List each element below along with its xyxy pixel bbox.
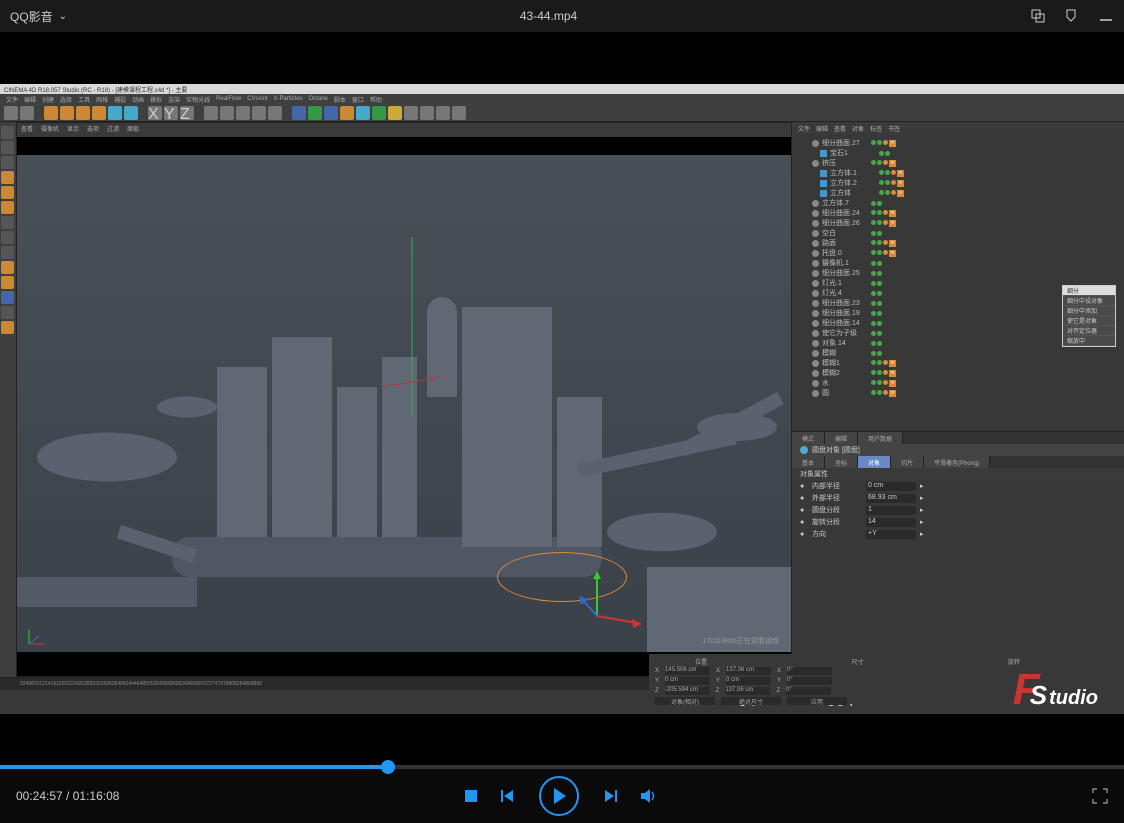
minimize-icon[interactable]: [1098, 8, 1114, 24]
object-row: 路面 ✕: [798, 238, 1118, 248]
object-row: 模糊1 ✕: [798, 358, 1118, 368]
progress-thumb[interactable]: [381, 760, 395, 774]
next-button[interactable]: [603, 789, 617, 803]
pin-icon[interactable]: [1064, 8, 1080, 24]
app-name: QQ影音: [10, 8, 53, 25]
app-menu[interactable]: QQ影音 ⌄: [10, 8, 67, 25]
object-manager: 文件编辑查看对象标签书签 细分曲面.27 ✕ 宝石1 挤压 ✕ 立方体.1 ✕ …: [792, 122, 1124, 432]
volume-button[interactable]: [641, 788, 659, 804]
object-row: 水 ✕: [798, 378, 1118, 388]
object-row: 细分曲面.24 ✕: [798, 208, 1118, 218]
object-row: 空白: [798, 228, 1118, 238]
popup-header: 细分: [1063, 286, 1115, 296]
c4d-viewport: 查看摄像机显示选项过滤面板: [16, 122, 792, 677]
titlebar: QQ影音 ⌄ 43-44.mp4: [0, 0, 1124, 32]
c4d-title-bar: CINEMA 4D R18.057 Studio (RC - R18) - [建…: [0, 84, 1124, 94]
stop-button[interactable]: [465, 790, 477, 802]
prev-button[interactable]: [501, 789, 515, 803]
object-row: 宝石1: [798, 148, 1118, 158]
c4d-app-frame: CINEMA 4D R18.057 Studio (RC - R18) - [建…: [0, 84, 1124, 714]
object-row: 立方体 ✕: [798, 188, 1118, 198]
time-display: 00:24:57 / 01:16:08: [16, 789, 119, 803]
object-row: 挤压 ✕: [798, 158, 1118, 168]
viewport-header: 查看摄像机显示选项过滤面板: [17, 123, 791, 137]
c4d-right-panel: 文件编辑查看对象标签书签 细分曲面.27 ✕ 宝石1 挤压 ✕ 立方体.1 ✕ …: [792, 122, 1124, 677]
c4d-toolbar: XYZ: [0, 104, 1124, 122]
move-gizmo-icon: [577, 571, 617, 621]
object-row: 摄像机.1: [798, 258, 1118, 268]
axis-indicator-icon: [25, 624, 49, 648]
object-row: 立方体.2 ✕: [798, 178, 1118, 188]
attribute-manager: 模式编辑用户数据 圆盘对象 [圆盘] 基本坐标对象切片平滑着色(Phong) 对…: [792, 432, 1124, 677]
c4d-left-toolbar: [0, 122, 16, 677]
compact-mode-icon[interactable]: [1030, 8, 1046, 24]
chevron-down-icon: ⌄: [59, 11, 67, 22]
progress-bar[interactable]: [0, 765, 1124, 769]
object-row: 立方体.1 ✕: [798, 168, 1118, 178]
progress-fill: [0, 765, 388, 769]
watermark-text: 170118855正在观看视频: [702, 636, 779, 646]
fullscreen-button[interactable]: [1092, 788, 1108, 804]
video-content[interactable]: CINEMA 4D R18.057 Studio (RC - R18) - [建…: [0, 32, 1124, 765]
player-controls: 00:24:57 / 01:16:08: [0, 765, 1124, 823]
studio-logo: FStudio: [1013, 665, 1106, 715]
object-row: 圆 ✕: [798, 388, 1118, 398]
c4d-menu-bar: 文件编辑创建选择工具网格捕捉动画模拟渲染实物光线RealFlowCVsAntX-…: [0, 94, 1124, 104]
object-row: 细分曲面.27 ✕: [798, 138, 1118, 148]
file-title: 43-44.mp4: [67, 9, 1030, 23]
play-button[interactable]: [539, 776, 579, 816]
object-row: 细分曲面.25: [798, 268, 1118, 278]
object-row: 模糊: [798, 348, 1118, 358]
object-row: 模糊2 ✕: [798, 368, 1118, 378]
object-row: 托盘.0 ✕: [798, 248, 1118, 258]
context-popup: 细分 细分中设对象 细分中添加 使它是对象 对齐定位器 缩放中: [1062, 285, 1116, 347]
object-row: 细分曲面.26 ✕: [798, 218, 1118, 228]
viewport-scene: 170118855正在观看视频: [17, 137, 791, 676]
object-row: 立方体.7: [798, 198, 1118, 208]
